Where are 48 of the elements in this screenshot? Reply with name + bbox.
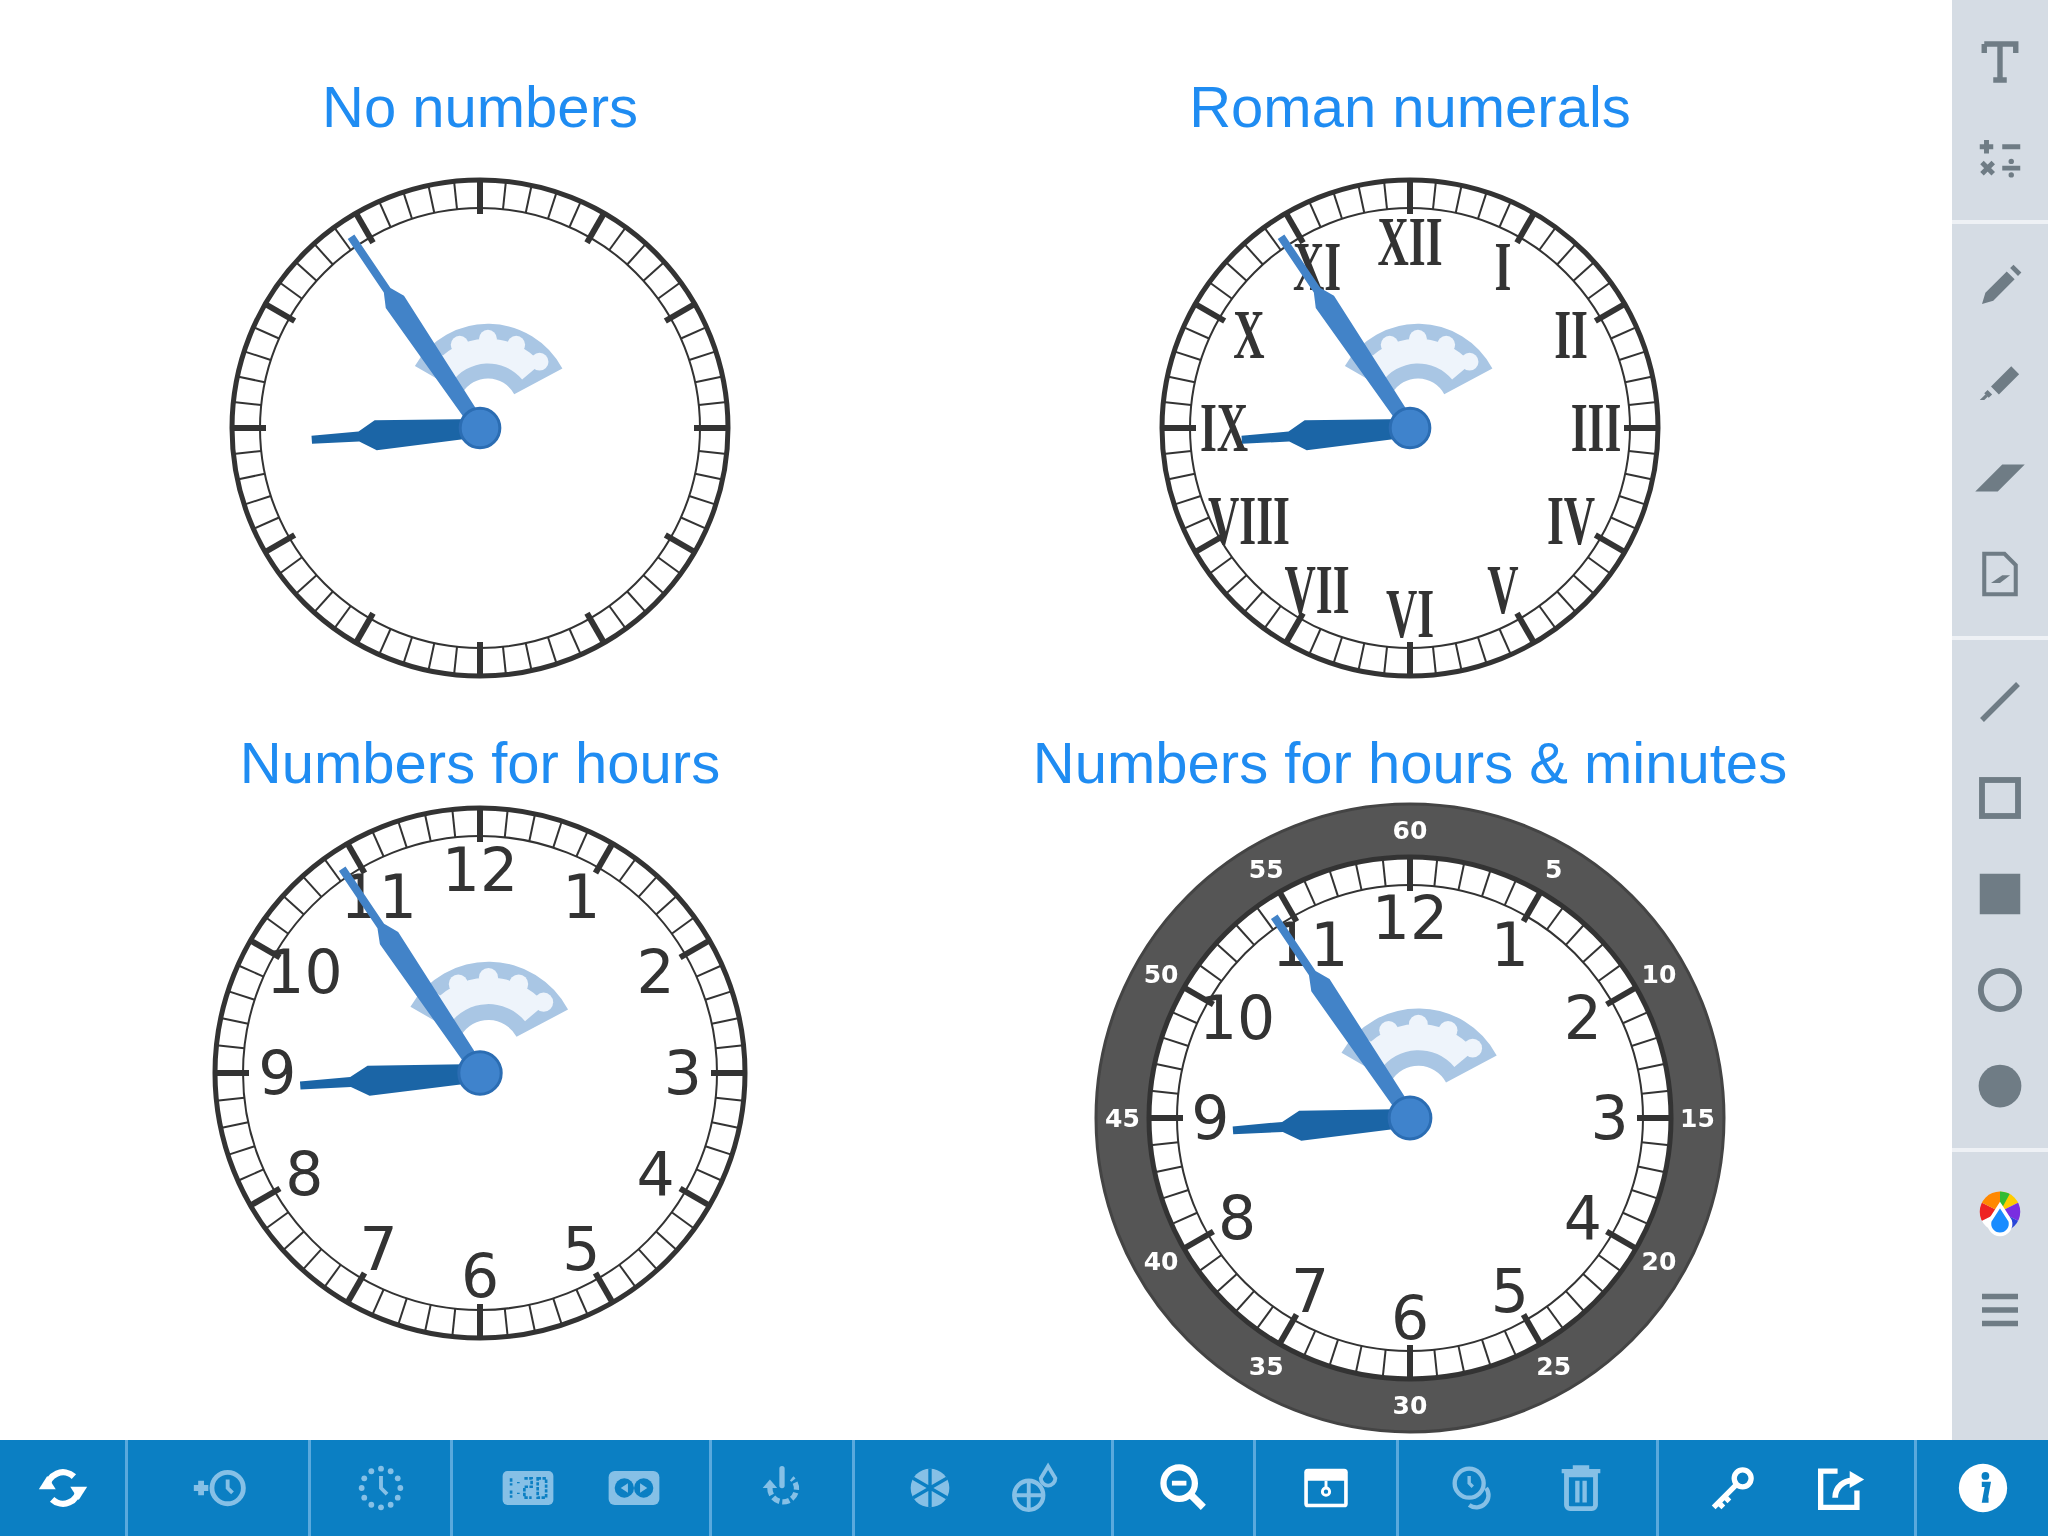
roman-numeral: III <box>1570 388 1622 468</box>
minute-numeral: 15 <box>1680 1103 1715 1133</box>
hour-numeral: 6 <box>1390 1282 1430 1353</box>
clock-title: Numbers for hours & minutes <box>1032 730 1788 796</box>
hour-numeral: 9 <box>258 1038 297 1108</box>
minute-numeral: 40 <box>1143 1247 1179 1277</box>
minute-numeral: 30 <box>1392 1391 1428 1420</box>
roman-numeral: I <box>1494 227 1512 306</box>
roman-numeral: X <box>1233 295 1265 375</box>
hour-numeral: 7 <box>1291 1255 1330 1326</box>
clock-title: No numbers <box>322 74 638 140</box>
minute-numeral: 20 <box>1641 1247 1677 1277</box>
hour-numeral: 1 <box>1490 910 1529 981</box>
roman-numeral: IV <box>1546 481 1596 561</box>
roman-numeral: II <box>1554 295 1588 375</box>
clock-title: Numbers for hours <box>239 730 721 796</box>
hour-numeral: 9 <box>1191 1083 1230 1153</box>
minute-numeral: 5 <box>1545 854 1563 884</box>
minute-numeral: 60 <box>1392 816 1428 845</box>
hour-numeral: 10 <box>266 936 343 1007</box>
roman-numeral: V <box>1487 550 1519 629</box>
roman-numeral: VI <box>1385 574 1435 654</box>
hour-numeral: 2 <box>1563 983 1602 1054</box>
hour-numeral: 12 <box>441 835 519 906</box>
hour-numeral: 10 <box>1198 983 1276 1054</box>
hour-numeral: 4 <box>1563 1182 1602 1253</box>
hour-numeral: 3 <box>1590 1083 1629 1153</box>
minute-numeral: 55 <box>1248 854 1284 884</box>
hour-numeral: 8 <box>285 1139 324 1210</box>
roman-numeral: XII <box>1377 202 1443 282</box>
hour-numeral: 4 <box>636 1139 675 1210</box>
hour-numeral: 12 <box>1371 883 1449 954</box>
hour-numeral: 8 <box>1218 1182 1257 1253</box>
hour-numeral: 2 <box>636 936 675 1007</box>
minute-numeral: 35 <box>1248 1352 1284 1382</box>
minute-numeral: 25 <box>1536 1352 1572 1382</box>
hour-numeral: 6 <box>460 1240 500 1311</box>
roman-numeral: IX <box>1199 388 1249 468</box>
minute-numeral: 50 <box>1143 959 1179 989</box>
hour-numeral: 5 <box>562 1213 601 1284</box>
hour-numeral: 1 <box>562 862 601 933</box>
minute-numeral: 45 <box>1105 1103 1140 1133</box>
hour-numeral: 7 <box>359 1213 398 1284</box>
minute-numeral: 10 <box>1641 959 1677 989</box>
clock-hands[interactable] <box>311 234 502 451</box>
hour-numeral: 5 <box>1490 1255 1529 1326</box>
clock-title: Roman numerals <box>1189 74 1631 140</box>
hour-numeral: 3 <box>663 1038 702 1108</box>
